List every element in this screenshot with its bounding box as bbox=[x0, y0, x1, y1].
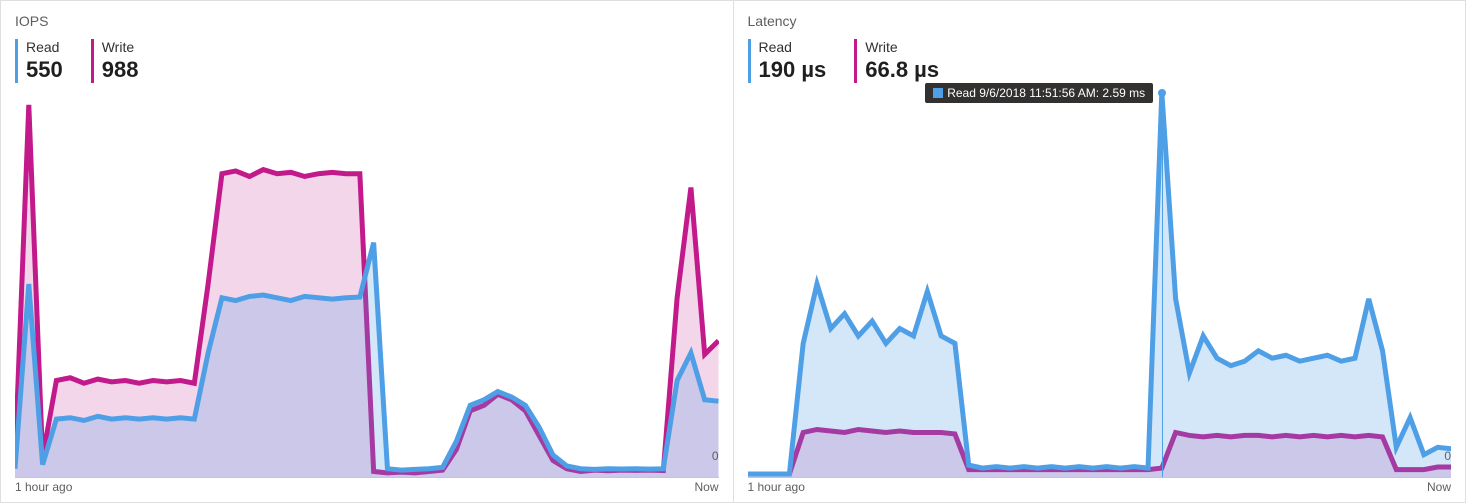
iops-x-start: 1 hour ago bbox=[15, 480, 72, 494]
latency-tooltip: Read 9/6/2018 11:51:56 AM: 2.59 ms bbox=[925, 83, 1153, 103]
latency-metrics: Read 190 µs Write 66.8 µs bbox=[748, 39, 1452, 83]
iops-x-axis: 1 hour ago Now bbox=[15, 477, 719, 496]
iops-read-value: 550 bbox=[26, 57, 63, 83]
latency-read-metric: Read 190 µs bbox=[748, 39, 827, 83]
latency-y-zero: 0 bbox=[1444, 449, 1451, 463]
latency-x-axis: 1 hour ago Now bbox=[748, 477, 1452, 496]
iops-metrics: Read 550 Write 988 bbox=[15, 39, 719, 83]
latency-hover-line bbox=[1162, 92, 1163, 477]
latency-title: Latency bbox=[748, 13, 1452, 29]
latency-read-label: Read bbox=[759, 39, 827, 55]
latency-read-value: 190 µs bbox=[759, 57, 827, 83]
iops-read-label: Read bbox=[26, 39, 63, 55]
iops-panel: IOPS Read 550 Write 988 0 1 hour ago Now bbox=[1, 1, 733, 502]
latency-x-start: 1 hour ago bbox=[748, 480, 805, 494]
iops-write-metric: Write 988 bbox=[91, 39, 139, 83]
latency-chart[interactable]: 0 Read 9/6/2018 11:51:56 AM: 2.59 ms bbox=[748, 91, 1452, 477]
latency-write-metric: Write 66.8 µs bbox=[854, 39, 939, 83]
latency-hover-dot bbox=[1158, 89, 1166, 97]
iops-write-value: 988 bbox=[102, 57, 139, 83]
read-color-swatch-icon bbox=[933, 88, 943, 98]
iops-write-label: Write bbox=[102, 39, 139, 55]
latency-write-value: 66.8 µs bbox=[865, 57, 939, 83]
latency-write-label: Write bbox=[865, 39, 939, 55]
iops-x-end: Now bbox=[694, 480, 718, 494]
iops-read-metric: Read 550 bbox=[15, 39, 63, 83]
iops-title: IOPS bbox=[15, 13, 719, 29]
latency-x-end: Now bbox=[1427, 480, 1451, 494]
latency-tooltip-text: Read 9/6/2018 11:51:56 AM: 2.59 ms bbox=[947, 86, 1145, 100]
iops-y-zero: 0 bbox=[712, 449, 719, 463]
iops-chart[interactable]: 0 bbox=[15, 91, 719, 477]
latency-panel: Latency Read 190 µs Write 66.8 µs 0 Read… bbox=[733, 1, 1466, 502]
